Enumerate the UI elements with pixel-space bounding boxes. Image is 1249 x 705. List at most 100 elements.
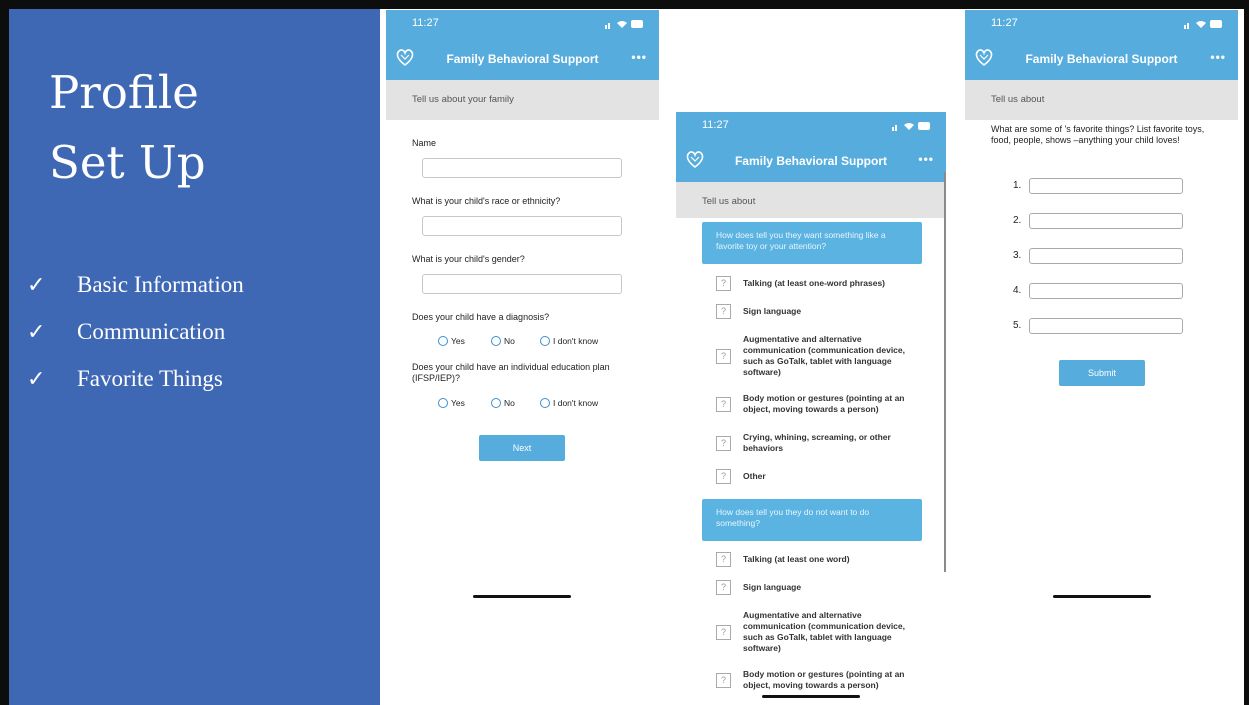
section-header-text: Tell us about [702, 196, 756, 207]
status-bar: 11:27 [965, 10, 1238, 40]
radio-label: No [504, 398, 515, 408]
option-other[interactable]: ? Other [716, 469, 913, 484]
diagnosis-radio-no[interactable]: No [491, 336, 515, 346]
section-header: Tell us about [676, 182, 946, 218]
option-label: Augmentative and alternative communicati… [743, 334, 906, 377]
status-bar: 11:27 [676, 112, 946, 142]
radio-circle-icon [491, 398, 501, 408]
gender-label: What is your child's gender? [412, 254, 525, 264]
radio-label: No [504, 336, 515, 346]
checklist-item-favorite-things: ✓ Favorite Things [27, 364, 223, 394]
next-button[interactable]: Next [479, 435, 565, 461]
section-header-text: Tell us about [991, 94, 1045, 105]
race-field[interactable] [422, 216, 622, 236]
option-talking-one-word[interactable]: ? Talking (at least one word) [716, 552, 913, 567]
signal-wifi-battery-icon [605, 20, 643, 29]
checkbox-icon[interactable]: ? [716, 672, 731, 688]
option-talking[interactable]: ? Talking (at least one-word phrases) [716, 276, 913, 291]
option-body-motion-2[interactable]: ? Body motion or gestures (pointing at an… [716, 669, 913, 691]
favorite-thing-field-3[interactable] [1029, 248, 1183, 264]
section-header: Tell us about your family [386, 80, 659, 120]
checklist-item-communication: ✓ Communication [27, 317, 225, 347]
favorite-thing-field-1[interactable] [1029, 178, 1183, 194]
option-label: Talking (at least one-word phrases) [743, 278, 886, 288]
scrollbar[interactable] [944, 172, 946, 572]
signal-wifi-battery-icon [892, 122, 930, 131]
iep-label: Does your child have an individual educa… [412, 362, 610, 383]
radio-label: I don't know [553, 336, 599, 346]
option-label: Sign language [743, 306, 802, 316]
option-label: Sign language [743, 582, 802, 592]
submit-button[interactable]: Submit [1059, 360, 1145, 386]
option-label: Body motion or gestures (pointing at an … [743, 393, 905, 414]
section-header: Tell us about [965, 80, 1238, 120]
checkmark-icon: ✓ [27, 320, 46, 345]
question-box-wants: How does tell you they want something li… [702, 222, 922, 264]
checklist-item-basic-information: ✓ Basic Information [27, 270, 244, 300]
more-menu-icon[interactable]: ••• [1210, 50, 1226, 64]
more-menu-icon[interactable]: ••• [918, 152, 934, 166]
checkbox-icon[interactable]: ? [716, 304, 731, 319]
iep-radio-no[interactable]: No [491, 398, 515, 408]
slide-title-line-1: Profile [49, 66, 199, 119]
radio-circle-icon [540, 398, 550, 408]
option-body-motion[interactable]: ? Body motion or gestures (pointing at an… [716, 393, 913, 415]
status-time: 11:27 [702, 119, 729, 131]
radio-circle-icon [540, 336, 550, 346]
signal-wifi-battery-icon [1184, 20, 1222, 29]
favorite-thing-field-4[interactable] [1029, 283, 1183, 299]
option-aac[interactable]: ? Augmentative and alternative communicat… [716, 334, 913, 378]
radio-label: I don't know [553, 398, 599, 408]
list-number: 5. [1013, 320, 1022, 331]
slide-title-line-2: Set Up [49, 136, 206, 189]
app-bar: Family Behavioral Support ••• [386, 40, 659, 80]
checkbox-icon[interactable]: ? [716, 469, 731, 484]
iep-radio-group: Yes No I don't know [386, 398, 659, 410]
slide-border-top [0, 0, 1249, 9]
checkbox-icon[interactable]: ? [716, 348, 731, 364]
option-crying[interactable]: ? Crying, whining, screaming, or other be… [716, 432, 913, 454]
status-time: 11:27 [991, 17, 1018, 29]
name-label: Name [412, 138, 437, 148]
favorite-thing-field-2[interactable] [1029, 213, 1183, 229]
option-sign-language[interactable]: ? Sign language [716, 304, 913, 319]
diagnosis-radio-dont-know[interactable]: I don't know [540, 336, 598, 346]
iep-radio-dont-know[interactable]: I don't know [540, 398, 598, 408]
option-label: Other [743, 471, 766, 481]
diagnosis-radio-group: Yes No I don't know [386, 336, 659, 348]
race-label: What is your child's race or ethnicity? [412, 196, 561, 206]
checkbox-icon[interactable]: ? [716, 276, 731, 291]
radio-circle-icon [491, 336, 501, 346]
section-header-text: Tell us about your family [412, 94, 514, 105]
list-number: 3. [1013, 250, 1022, 261]
favorite-thing-field-5[interactable] [1029, 318, 1183, 334]
slide-border-right [1244, 0, 1249, 705]
name-field[interactable] [422, 158, 622, 178]
iep-radio-yes[interactable]: Yes [438, 398, 465, 408]
app-title: Family Behavioral Support [734, 154, 888, 168]
radio-label: Yes [451, 398, 465, 408]
checklist-label: Favorite Things [77, 366, 223, 391]
gender-field[interactable] [422, 274, 622, 294]
checkbox-icon[interactable]: ? [716, 624, 731, 640]
checkbox-icon[interactable]: ? [716, 552, 731, 567]
status-bar: 11:27 [386, 10, 659, 40]
status-time: 11:27 [412, 17, 439, 29]
favorite-things-question: What are some of 's favorite things? Lis… [991, 124, 1205, 145]
diagnosis-radio-yes[interactable]: Yes [438, 336, 465, 346]
phone-screen-communication: 11:27 Family Behavioral Support ••• Tell… [676, 112, 946, 705]
phone-screen-family-info: 11:27 Family Behavioral Support ••• Tell… [386, 10, 659, 600]
home-indicator [1053, 595, 1151, 598]
diagnosis-label: Does your child have a diagnosis? [412, 312, 550, 322]
checkbox-icon[interactable]: ? [716, 580, 731, 595]
option-label: Body motion or gestures (pointing at an … [743, 669, 905, 690]
question-box-refuses: How does tell you they do not want to do… [702, 499, 922, 541]
option-aac-2[interactable]: ? Augmentative and alternative communicat… [716, 610, 913, 654]
more-menu-icon[interactable]: ••• [631, 50, 647, 64]
option-sign-language-2[interactable]: ? Sign language [716, 580, 913, 595]
option-label: Talking (at least one word) [743, 554, 850, 564]
checkbox-icon[interactable]: ? [716, 435, 731, 451]
slide-border-left [0, 0, 9, 705]
app-bar: Family Behavioral Support ••• [965, 40, 1238, 80]
checkbox-icon[interactable]: ? [716, 396, 731, 412]
